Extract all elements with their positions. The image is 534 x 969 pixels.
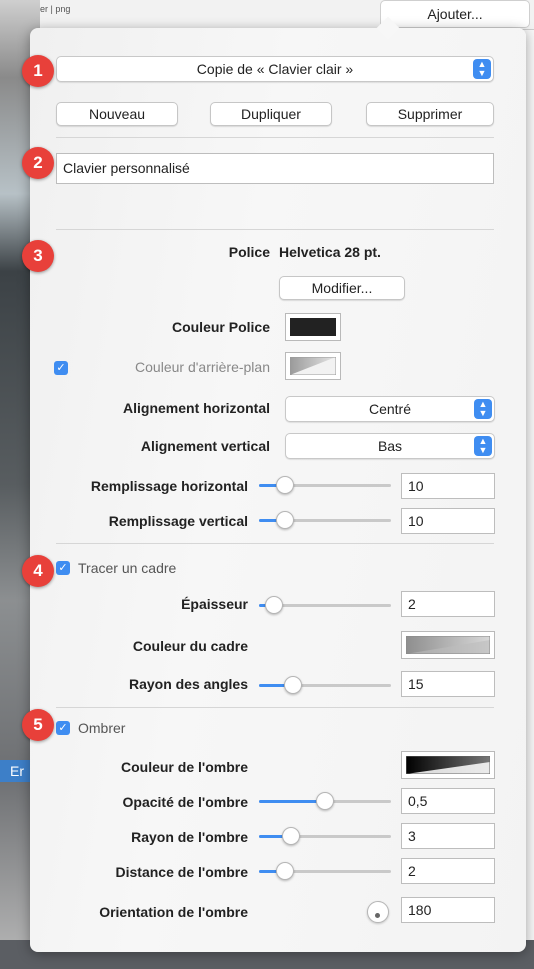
- border-color-label: Couleur du cadre: [132, 638, 248, 654]
- font-color-fill: [290, 318, 336, 336]
- shadow-label: Ombrer: [78, 720, 126, 736]
- shadow-radius-label: Rayon de l'ombre: [131, 829, 248, 845]
- corner-radius-slider[interactable]: [259, 675, 391, 695]
- slider-knob[interactable]: [281, 827, 300, 845]
- delete-button[interactable]: Supprimer: [366, 102, 494, 126]
- background-color-well[interactable]: [285, 352, 341, 380]
- background-row-text: Er: [10, 763, 24, 779]
- keyboard-style-popover: Copie de « Clavier clair » ▲ ▼ Nouveau Du…: [30, 16, 526, 952]
- dial-indicator: [375, 913, 380, 918]
- shadow-radius-slider[interactable]: [259, 826, 391, 846]
- gradient-swatch-icon: [405, 635, 491, 655]
- slider-knob[interactable]: [264, 596, 283, 614]
- slider-knob[interactable]: [276, 862, 295, 880]
- horizontal-padding-field[interactable]: 10: [401, 473, 495, 499]
- background-color-label: Couleur d'arrière-plan: [135, 359, 270, 375]
- corner-radius-field[interactable]: 15: [401, 671, 495, 697]
- shadow-opacity-field[interactable]: 0,5: [401, 788, 495, 814]
- slider-knob[interactable]: [284, 676, 303, 694]
- font-color-well[interactable]: [285, 313, 341, 341]
- checkmark-icon: ✓: [58, 722, 68, 734]
- preset-selected: Copie de « Clavier clair »: [196, 61, 354, 77]
- shadow-radius-field[interactable]: 3: [401, 823, 495, 849]
- font-value: Helvetica 28 pt.: [279, 244, 381, 260]
- thickness-slider[interactable]: [259, 595, 391, 615]
- horizontal-alignment-value: Centré: [368, 401, 412, 417]
- new-button[interactable]: Nouveau: [56, 102, 178, 126]
- annotation-badge-5: 5: [22, 709, 54, 741]
- slider-knob[interactable]: [316, 792, 334, 810]
- font-label: Police: [228, 244, 270, 260]
- vertical-alignment-popup[interactable]: Bas ▲ ▼: [285, 433, 495, 459]
- font-color-label: Couleur Police: [171, 319, 270, 335]
- horizontal-padding-label: Remplissage horizontal: [90, 478, 248, 494]
- horizontal-padding-slider[interactable]: [259, 475, 391, 495]
- gradient-swatch-icon: [289, 356, 337, 376]
- popup-chevrons-icon: ▲ ▼: [474, 436, 492, 456]
- duplicate-button[interactable]: Dupliquer: [210, 102, 332, 126]
- horizontal-alignment-popup[interactable]: Centré ▲ ▼: [285, 396, 495, 422]
- vertical-padding-field[interactable]: 10: [401, 508, 495, 534]
- add-button[interactable]: Ajouter...: [380, 0, 530, 28]
- shadow-distance-label: Distance de l'ombre: [115, 864, 248, 880]
- slider-knob[interactable]: [276, 511, 295, 529]
- shadow-distance-field[interactable]: 2: [401, 858, 495, 884]
- separator: [56, 707, 494, 708]
- vertical-alignment-label: Alignement vertical: [140, 438, 270, 454]
- shadow-orientation-dial[interactable]: [367, 901, 389, 923]
- vertical-padding-label: Remplissage vertical: [108, 513, 248, 529]
- border-checkbox[interactable]: ✓: [56, 561, 70, 575]
- corner-radius-label: Rayon des angles: [128, 676, 248, 692]
- horizontal-alignment-label: Alignement horizontal: [123, 400, 270, 416]
- shadow-orientation-field[interactable]: 180: [401, 897, 495, 923]
- popup-chevrons-icon: ▲ ▼: [473, 59, 491, 79]
- background-toolbar: me dossier | png Ajouter...: [0, 0, 534, 30]
- thickness-field[interactable]: 2: [401, 591, 495, 617]
- annotation-badge-3: 3: [22, 240, 54, 272]
- annotation-badge-1: 1: [22, 55, 54, 87]
- style-name-field[interactable]: Clavier personnalisé: [56, 153, 494, 184]
- shadow-opacity-slider[interactable]: [259, 791, 391, 811]
- border-color-well[interactable]: [401, 631, 495, 659]
- popup-chevrons-icon: ▲ ▼: [474, 399, 492, 419]
- preset-popup[interactable]: Copie de « Clavier clair » ▲ ▼: [56, 56, 494, 82]
- shadow-color-label: Couleur de l'ombre: [120, 759, 248, 775]
- checkmark-icon: ✓: [58, 562, 68, 574]
- separator: [56, 543, 494, 544]
- gradient-swatch-icon: [405, 755, 491, 775]
- vertical-alignment-value: Bas: [377, 438, 403, 454]
- shadow-orientation-label: Orientation de l'ombre: [99, 904, 248, 920]
- shadow-checkbox[interactable]: ✓: [56, 721, 70, 735]
- thickness-label: Épaisseur: [181, 596, 248, 612]
- shadow-opacity-label: Opacité de l'ombre: [122, 794, 248, 810]
- modify-font-button[interactable]: Modifier...: [279, 276, 405, 300]
- separator: [56, 137, 494, 138]
- vertical-padding-slider[interactable]: [259, 510, 391, 530]
- shadow-color-well[interactable]: [401, 751, 495, 779]
- border-label: Tracer un cadre: [78, 560, 177, 576]
- slider-knob[interactable]: [276, 476, 295, 494]
- separator: [56, 229, 494, 230]
- annotation-badge-2: 2: [22, 147, 54, 179]
- shadow-distance-slider[interactable]: [259, 861, 391, 881]
- annotation-badge-4: 4: [22, 555, 54, 587]
